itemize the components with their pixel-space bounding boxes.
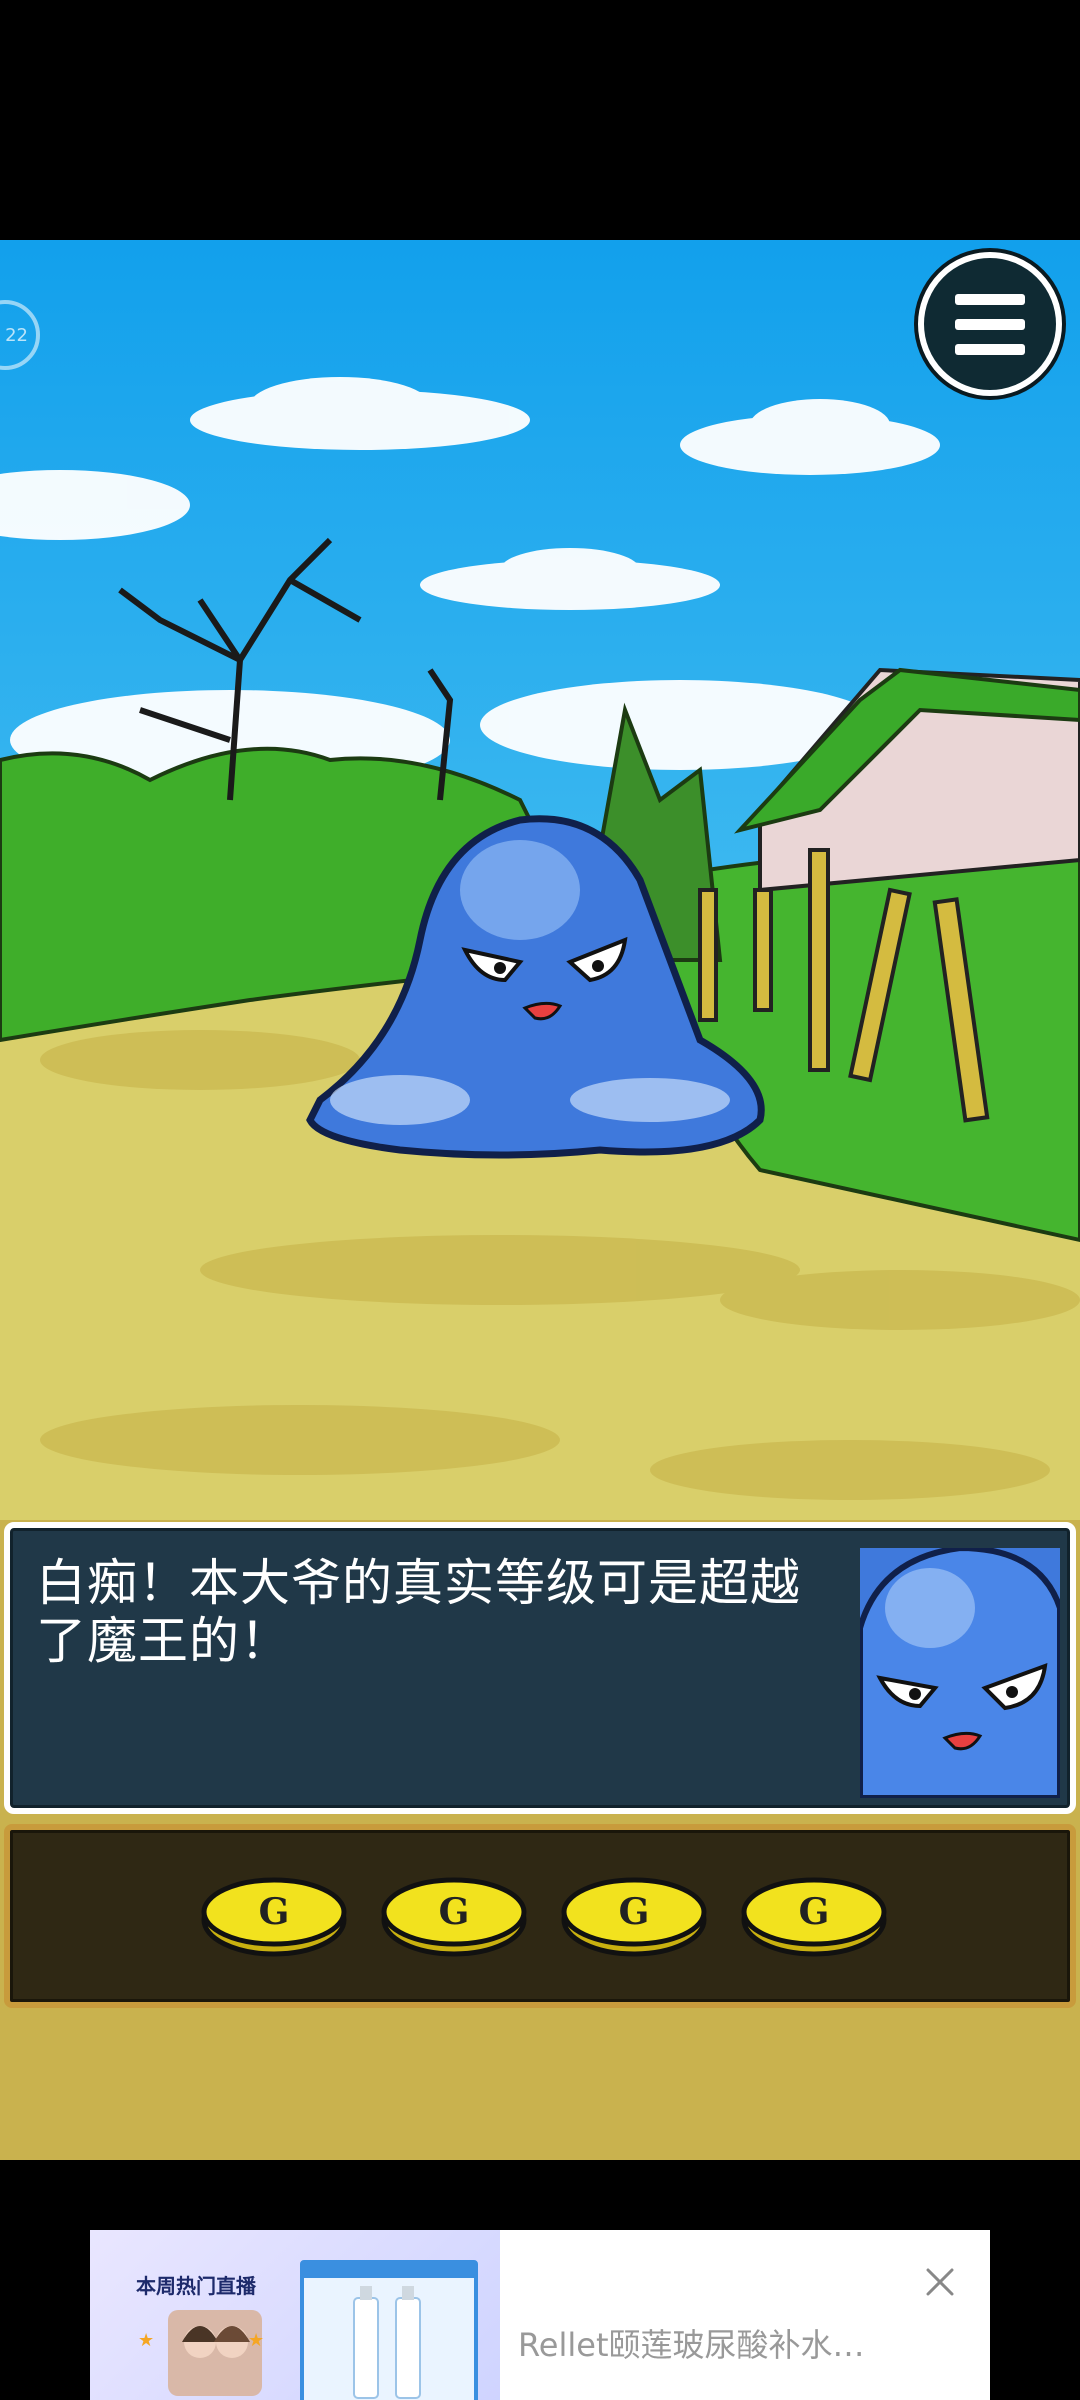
dialog-text: 白痴！本大爷的真实等级可是超越了魔王的！ xyxy=(36,1554,801,1670)
svg-text:G: G xyxy=(799,1891,830,1933)
ad-title[interactable]: Rellet颐莲玻尿酸补水… xyxy=(518,2320,865,2366)
speaker-portrait xyxy=(860,1548,1060,1798)
ad-banner[interactable]: 本周热门直播 ★ ★ Rellet颐莲玻尿酸补水… xyxy=(90,2230,990,2400)
coin-icon[interactable]: G xyxy=(200,1874,348,1958)
close-icon[interactable] xyxy=(920,2262,960,2302)
ad-live-title: 本周热门直播 xyxy=(136,2274,256,2298)
ad-live-thumbnail xyxy=(168,2310,262,2396)
coin-tray: G G G G xyxy=(4,1824,1076,2008)
svg-text:G: G xyxy=(439,1891,470,1933)
star-icon: ★ xyxy=(138,2330,155,2351)
menu-button[interactable] xyxy=(918,252,1062,396)
status-bar-area xyxy=(0,0,1080,240)
game-scene[interactable]: 22 白痴！本大爷的真实等级可是超越了魔王的！ G G G G xyxy=(0,240,1080,2160)
coin-icon[interactable]: G xyxy=(740,1874,888,1958)
coin-icon[interactable]: G xyxy=(560,1874,708,1958)
dialog-box[interactable]: 白痴！本大爷的真实等级可是超越了魔王的！ xyxy=(4,1522,1076,1814)
star-icon: ★ xyxy=(248,2330,265,2351)
svg-text:G: G xyxy=(259,1891,290,1933)
svg-text:G: G xyxy=(619,1891,650,1933)
coin-icon[interactable]: G xyxy=(380,1874,528,1958)
ad-product-image[interactable] xyxy=(300,2260,478,2400)
hamburger-menu-icon xyxy=(955,293,1025,305)
